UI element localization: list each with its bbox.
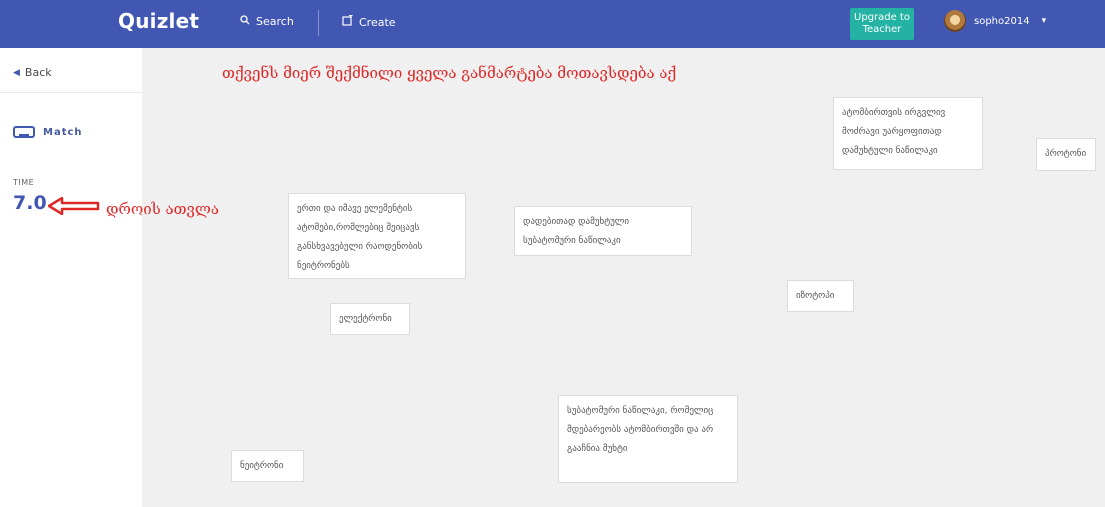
time-value: 7.0 [13, 192, 47, 214]
match-label: Match [43, 126, 83, 138]
back-button[interactable]: ◀ Back [13, 66, 52, 79]
sidebar: ◀ Back Match TIME 7.0 [0, 48, 142, 507]
top-navigation-bar: Quizlet Search Create Upgrade to Teacher… [0, 0, 1105, 48]
timer-annotation: დროის ათვლა [106, 200, 219, 218]
username: sopho2014 [974, 15, 1030, 27]
match-icon [13, 126, 35, 138]
definitions-annotation: თქვენს მიერ შექმნილი ყველა განმარტება მო… [222, 64, 677, 82]
avatar [944, 10, 966, 32]
upgrade-to-teacher-button[interactable]: Upgrade to Teacher [850, 8, 914, 40]
match-card[interactable]: ერთი და იმავე ელემენტის ატომები,რომლებიც… [288, 193, 466, 279]
match-card[interactable]: სუბატომური ნაწილაკი, რომელიც მდებარეობს … [558, 395, 738, 483]
user-menu[interactable]: sopho2014 ▾ [944, 10, 1046, 32]
back-label: Back [24, 66, 52, 79]
quizlet-logo[interactable]: Quizlet [118, 9, 199, 33]
match-mode: Match [13, 126, 83, 138]
create-button[interactable]: Create [342, 14, 396, 29]
sidebar-divider [0, 92, 142, 93]
chevron-down-icon: ▾ [1041, 16, 1047, 26]
match-card[interactable]: დადებითად დამუხტული სუბატომური ნაწილაკი [514, 206, 692, 256]
time-label: TIME [13, 178, 35, 187]
search-button[interactable]: Search [240, 15, 294, 28]
upgrade-line-2: Teacher [862, 24, 902, 35]
search-icon [240, 15, 250, 28]
arrow-left-icon [48, 197, 100, 215]
match-card[interactable]: ელექტრონი [330, 303, 410, 335]
nav-divider [318, 10, 319, 36]
create-icon [342, 14, 353, 29]
match-card[interactable]: პროტონი [1036, 138, 1096, 171]
search-label: Search [256, 15, 294, 28]
chevron-left-icon: ◀ [13, 67, 20, 78]
match-card[interactable]: ატომბირთვის ირგვლივ მოძრავი უარყოფითად დ… [833, 97, 983, 170]
match-card[interactable]: ნეიტრონი [231, 450, 304, 482]
upgrade-line-1: Upgrade to [854, 12, 910, 23]
create-label: Create [359, 15, 396, 29]
match-card[interactable]: იზოტოპი [787, 280, 854, 312]
